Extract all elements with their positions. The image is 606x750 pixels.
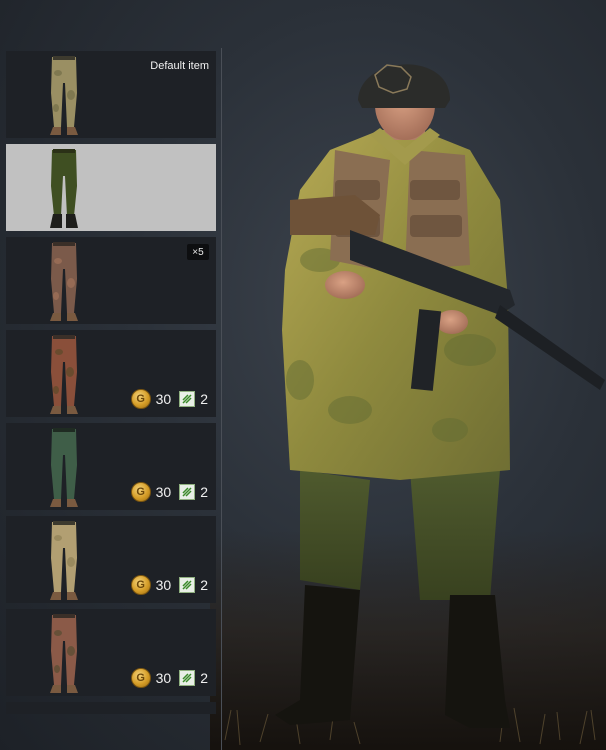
- quantity-badge: ×5: [187, 244, 209, 260]
- ticket-price: 2: [200, 484, 208, 500]
- trousers-icon: [50, 149, 78, 228]
- scrollbar[interactable]: [221, 48, 222, 750]
- list-item[interactable]: ×5: [6, 237, 216, 324]
- trousers-icon: [50, 521, 78, 600]
- list-item[interactable]: G 30 2: [6, 330, 216, 417]
- trousers-icon: [50, 335, 78, 414]
- item-list[interactable]: Default item ×5 G 30 2 G 30 2 G 30 2 G 3…: [0, 48, 222, 750]
- trousers-icon: [50, 614, 78, 693]
- order-ticket-icon: [179, 484, 196, 500]
- price-row: G 30 2: [130, 668, 208, 688]
- trousers-icon: [50, 56, 78, 135]
- list-item-selected[interactable]: [6, 144, 216, 231]
- trousers-icon: [50, 428, 78, 507]
- list-item-partial[interactable]: [6, 702, 216, 714]
- order-ticket-icon: [179, 670, 196, 686]
- price-row: G 30 2: [130, 575, 208, 595]
- list-item[interactable]: Default item: [6, 51, 216, 138]
- gold-price: 30: [155, 391, 172, 407]
- gold-coin-icon: G: [130, 575, 151, 595]
- default-item-label: Default item: [150, 60, 209, 72]
- gold-coin-icon: G: [130, 482, 151, 502]
- price-row: G 30 2: [130, 482, 208, 502]
- list-item[interactable]: G 30 2: [6, 609, 216, 696]
- trousers-icon: [50, 242, 78, 321]
- gold-price: 30: [155, 577, 172, 593]
- ticket-price: 2: [200, 670, 208, 686]
- ticket-price: 2: [200, 391, 208, 407]
- gold-coin-icon: G: [130, 389, 151, 409]
- order-ticket-icon: [179, 577, 196, 593]
- price-row: G 30 2: [130, 389, 208, 409]
- gold-coin-icon: G: [130, 668, 151, 688]
- list-item[interactable]: G 30 2: [6, 516, 216, 603]
- gold-price: 30: [155, 670, 172, 686]
- ticket-price: 2: [200, 577, 208, 593]
- order-ticket-icon: [179, 391, 196, 407]
- gold-price: 30: [155, 484, 172, 500]
- list-item[interactable]: G 30 2: [6, 423, 216, 510]
